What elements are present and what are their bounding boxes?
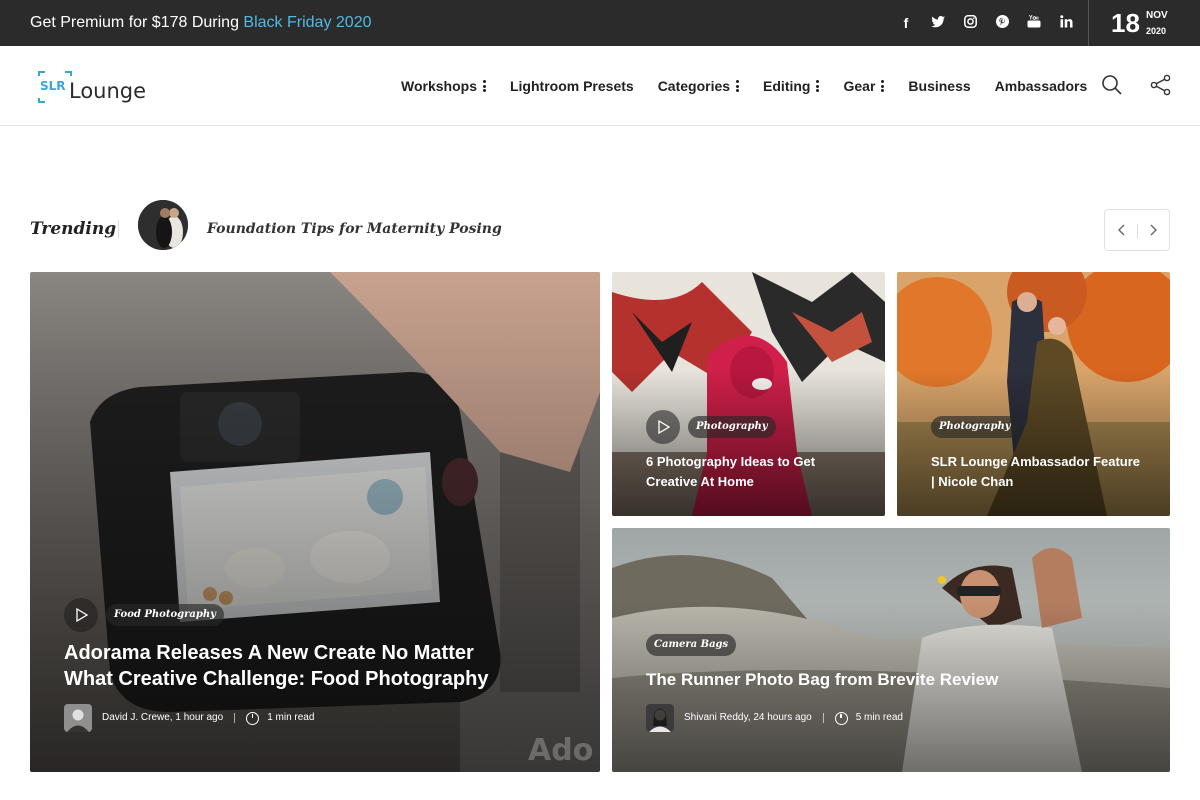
date-day: 18 <box>1111 8 1140 38</box>
post-time: 1 hour ago <box>175 712 224 723</box>
post-card-ideas[interactable]: Photography 6 Photography Ideas to Get C… <box>612 272 885 516</box>
meta-divider <box>822 713 824 723</box>
youtube-icon[interactable] <box>1018 14 1050 32</box>
share-icon[interactable] <box>1150 74 1172 96</box>
ideas-title-line1: 6 Photography Ideas to Get <box>646 454 816 469</box>
date-month: NOV <box>1146 10 1168 21</box>
author-avatar[interactable] <box>64 704 92 732</box>
clock-icon <box>834 711 848 725</box>
ambassador-title-line1: SLR Lounge Ambassador Feature <box>931 454 1140 469</box>
play-icon[interactable] <box>64 598 98 632</box>
nav-lightroom-presets-label: Lightroom Presets <box>509 78 634 94</box>
logo-badge: SLR <box>40 79 66 93</box>
more-dots-icon <box>736 80 740 92</box>
main-nav: Workshops Lightroom Presets Categories E… <box>401 76 1111 96</box>
promo-link[interactable]: Black Friday 2020 <box>243 14 371 31</box>
site-header: SLR Lounge Workshops Lightroom Presets C… <box>0 46 1200 126</box>
nav-editing[interactable]: Editing <box>763 76 820 96</box>
author-name[interactable]: David J. Crewe, <box>102 711 173 725</box>
featured-post-image: Ado <box>30 272 600 772</box>
category-badge[interactable]: Food Photography <box>106 604 224 626</box>
ambassador-title-line2: | Nicole Chan <box>931 474 1014 489</box>
date-display: 18 NOV 2020 <box>1088 0 1200 46</box>
category-badge[interactable]: Camera Bags <box>646 634 737 656</box>
ideas-title-line2: Creative At Home <box>646 474 754 489</box>
trending-bar: Trending Foundation Tips for Maternity P… <box>30 200 1170 252</box>
nav-categories-label: Categories <box>657 78 731 94</box>
social-links: f <box>890 14 1082 32</box>
meta-divider <box>234 713 236 723</box>
featured-post-meta: David J. Crewe, 1 hour ago 1 min read <box>64 704 314 732</box>
nav-categories[interactable]: Categories <box>657 76 740 96</box>
featured-title-line2: What Creative Challenge: Food Photograph… <box>64 668 489 690</box>
promo-bar: Get Premium for $178 During Black Friday… <box>0 0 1200 46</box>
read-time: 5 min read <box>855 712 903 723</box>
twitter-icon[interactable] <box>922 14 954 32</box>
search-icon[interactable] <box>1101 74 1123 96</box>
featured-post-title[interactable]: Adorama Releases A New Create No Matter … <box>64 640 488 692</box>
featured-title-line1: Adorama Releases A New Create No Matter <box>64 642 474 664</box>
nav-business[interactable]: Business <box>908 76 970 96</box>
chevron-left-icon[interactable] <box>1105 210 1137 250</box>
clock-icon <box>246 711 260 725</box>
pinterest-icon[interactable] <box>986 14 1018 32</box>
nav-business-label: Business <box>908 78 971 94</box>
trending-thumbnail[interactable] <box>138 200 188 250</box>
post-title-ambassador[interactable]: SLR Lounge Ambassador Feature | Nicole C… <box>931 452 1140 492</box>
post-title-runner[interactable]: The Runner Photo Bag from Brevite Review <box>646 668 998 692</box>
trending-slider-controls <box>1104 209 1170 251</box>
author-name[interactable]: Shivani Reddy, <box>684 711 751 725</box>
nav-lightroom-presets[interactable]: Lightroom Presets <box>510 76 634 96</box>
nav-ambassadors-label: Ambassadors <box>994 78 1088 94</box>
trending-label: Trending <box>30 219 117 239</box>
more-dots-icon <box>482 80 486 92</box>
category-badge[interactable]: Photography <box>688 416 776 438</box>
promo-text[interactable]: Get Premium for $178 During Black Friday… <box>30 13 371 33</box>
post-card-ambassador[interactable]: Photography SLR Lounge Ambassador Featur… <box>897 272 1170 516</box>
chevron-right-icon[interactable] <box>1138 210 1170 250</box>
linkedin-icon[interactable] <box>1050 14 1082 32</box>
trending-title[interactable]: Foundation Tips for Maternity Posing <box>207 218 502 240</box>
nav-gear-label: Gear <box>843 78 876 94</box>
featured-post-card[interactable]: Ado Food Photography Adorama Releases A … <box>30 272 600 772</box>
read-time: 1 min read <box>267 712 315 723</box>
more-dots-icon <box>881 80 885 92</box>
site-logo[interactable]: SLR Lounge <box>36 70 152 104</box>
promo-label: Get Premium for $178 During <box>30 14 244 31</box>
play-icon[interactable] <box>646 410 680 444</box>
more-dots-icon <box>816 80 820 92</box>
post-title-ideas[interactable]: 6 Photography Ideas to Get Creative At H… <box>646 452 815 492</box>
logo-word: Lounge <box>69 79 146 103</box>
nav-gear[interactable]: Gear <box>843 76 885 96</box>
nav-workshops-label: Workshops <box>401 78 477 94</box>
runner-post-meta: Shivani Reddy, 24 hours ago 5 min read <box>646 704 903 732</box>
facebook-icon[interactable]: f <box>890 14 922 32</box>
author-avatar[interactable] <box>646 704 674 732</box>
post-card-runner[interactable]: Camera Bags The Runner Photo Bag from Br… <box>612 528 1170 772</box>
post-time: 24 hours ago <box>753 712 812 723</box>
nav-editing-label: Editing <box>763 78 811 94</box>
category-badge[interactable]: Photography <box>931 416 1019 438</box>
instagram-icon[interactable] <box>954 14 986 32</box>
date-year: 2020 <box>1146 26 1167 36</box>
nav-ambassadors[interactable]: Ambassadors <box>995 76 1088 96</box>
nav-workshops[interactable]: Workshops <box>401 76 486 96</box>
trending-divider <box>118 220 119 238</box>
watermark-text: Ado <box>528 733 593 768</box>
